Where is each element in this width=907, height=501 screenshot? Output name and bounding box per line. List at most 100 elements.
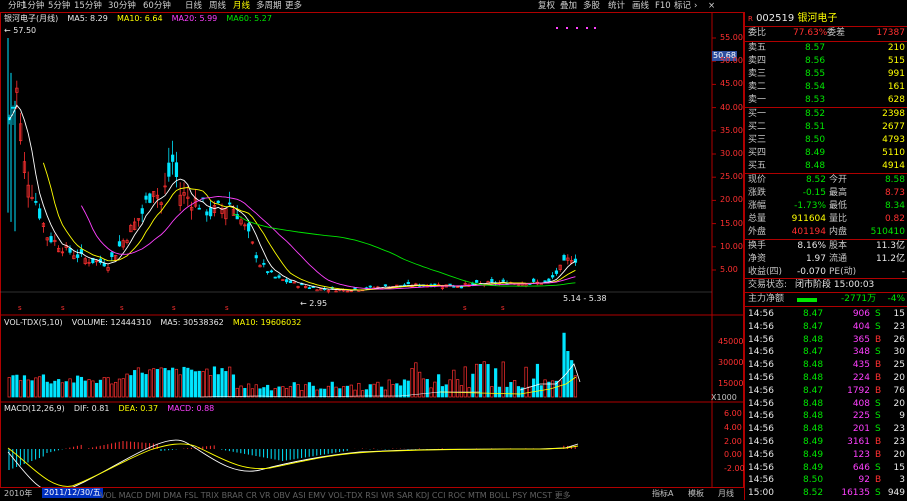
volume-bar — [53, 380, 57, 398]
ask-row: 卖五 8.57 210 — [745, 42, 907, 55]
tick-time: 14:56 — [748, 373, 774, 383]
ask-row: 卖四 8.56 515 — [745, 55, 907, 68]
toolbar-btn-3[interactable]: 统计 — [608, 0, 625, 12]
period-tab-4[interactable]: 30分钟 — [108, 0, 136, 12]
volume-bar — [41, 374, 46, 398]
period-tab-7[interactable]: 周线 — [209, 0, 226, 12]
volume-bar — [380, 386, 384, 398]
ask-volume: 991 — [887, 69, 905, 79]
volume-bar — [406, 380, 410, 398]
candle-body — [285, 279, 289, 283]
volume-bar — [205, 368, 209, 398]
bid-row: 买三 8.50 4793 — [745, 134, 907, 147]
volume-bar — [437, 374, 441, 398]
period-tab-5[interactable]: 60分钟 — [143, 0, 171, 12]
volume-bar — [372, 383, 376, 398]
volume-bar — [243, 388, 247, 398]
stat-label: 总量 — [748, 214, 767, 224]
toolbar-btn-5[interactable]: F10 — [655, 0, 671, 12]
volume-bar — [326, 385, 331, 398]
tick-direction: B — [875, 334, 882, 345]
volume-bar — [144, 374, 148, 398]
tick-row: 14:56 8.47 348 S 30 — [745, 346, 907, 359]
volume-bar — [296, 384, 300, 398]
tick-direction: S — [875, 411, 881, 422]
period-tab-10[interactable]: 更多 — [285, 0, 302, 12]
tick-volume: 123 — [852, 449, 870, 460]
toolbar-btn-0[interactable]: 复权 — [538, 0, 555, 12]
volume-bar — [167, 370, 171, 398]
period-tab-6[interactable]: 日线 — [185, 0, 202, 12]
tick-count: 23 — [893, 321, 905, 332]
tick-time: 14:56 — [748, 398, 774, 409]
stat-value: -1.73% — [794, 201, 826, 211]
macd-histogram — [8, 441, 576, 470]
toolbar-btn-4[interactable]: 画线 — [632, 0, 649, 12]
macd-tick: 4.00 — [724, 422, 742, 432]
volume-title: VOL-TDX(5,10) — [4, 318, 63, 327]
candle-body — [273, 276, 277, 279]
tick-row: 14:56 8.47 404 S 23 — [745, 321, 907, 334]
bid-price: 8.49 — [805, 148, 826, 158]
tick-price: 8.50 — [803, 475, 824, 486]
volume-bar — [182, 366, 186, 398]
period-tab-9[interactable]: 多周期 — [256, 0, 282, 12]
volume-bar — [501, 361, 505, 398]
volume-bar — [190, 369, 194, 398]
volume-bar — [209, 375, 213, 398]
more-arrow-icon[interactable]: › — [694, 0, 697, 12]
indicator-tab-a[interactable]: 指标A — [652, 489, 673, 499]
volume-bar — [395, 383, 399, 398]
candle-body — [167, 162, 171, 177]
dif-label: DIF: 0.81 — [73, 404, 110, 413]
volume-bar — [171, 367, 175, 398]
period-tab-8[interactable]: 月线 — [233, 0, 250, 12]
close-icon[interactable]: × — [708, 0, 715, 12]
toolbar-btn-2[interactable]: 多股 — [583, 0, 600, 12]
volume-bar — [414, 362, 418, 398]
toolbar-btn-6[interactable]: 标记 — [674, 0, 691, 12]
mainflow-pct: -4% — [887, 294, 905, 304]
period-tab-3[interactable]: 15分钟 — [74, 0, 102, 12]
kline-chart-area[interactable]: sssssss — [0, 12, 744, 500]
template-tab[interactable]: 模板 — [688, 489, 704, 499]
tick-count: 25 — [893, 360, 905, 371]
bid-price: 8.50 — [805, 135, 826, 145]
toolbar-btn-1[interactable]: 叠加 — [560, 0, 577, 12]
ma5-label: MA5: 8.29 — [67, 14, 108, 23]
tick-direction: B — [875, 437, 882, 447]
volume-bar — [266, 384, 270, 398]
volume-bar — [64, 381, 68, 398]
main-chart-title: 银河电子(月线) — [4, 14, 59, 23]
price-tick: 45.00 — [720, 79, 743, 89]
ma20-label: MA20: 5.99 — [171, 14, 218, 23]
volume-bar — [197, 370, 201, 398]
volume-bar — [490, 386, 494, 398]
mainflow-bar — [797, 298, 817, 302]
period-tab-1[interactable]: 1分钟 — [22, 0, 44, 12]
volume-bar — [471, 373, 475, 398]
candle-body — [547, 278, 551, 282]
ask-row: 卖三 8.55 991 — [745, 68, 907, 81]
ask-label: 卖一 — [748, 95, 767, 105]
candle-body — [406, 281, 410, 285]
tick-price: 8.48 — [803, 360, 824, 371]
tick-row: 14:56 8.49 646 S 15 — [745, 462, 907, 475]
volume-bar — [121, 378, 125, 398]
volume-bar — [285, 388, 289, 398]
volume-bar — [224, 371, 228, 398]
tick-price: 8.48 — [803, 373, 824, 383]
ask-row: 卖二 8.54 161 — [745, 81, 907, 94]
tick-count: 20 — [893, 373, 905, 383]
ask-label: 卖二 — [748, 82, 767, 92]
candle-body — [269, 270, 274, 273]
volume-bar — [155, 369, 160, 398]
volume-bar — [98, 379, 103, 398]
volume-bar — [402, 379, 407, 398]
volume-bar — [558, 380, 562, 398]
period-label[interactable]: 月线 — [718, 489, 734, 499]
period-tab-2[interactable]: 5分钟 — [48, 0, 70, 12]
volume-bar — [292, 382, 296, 398]
tick-volume: 365 — [852, 334, 870, 345]
volume-bar — [288, 386, 293, 398]
